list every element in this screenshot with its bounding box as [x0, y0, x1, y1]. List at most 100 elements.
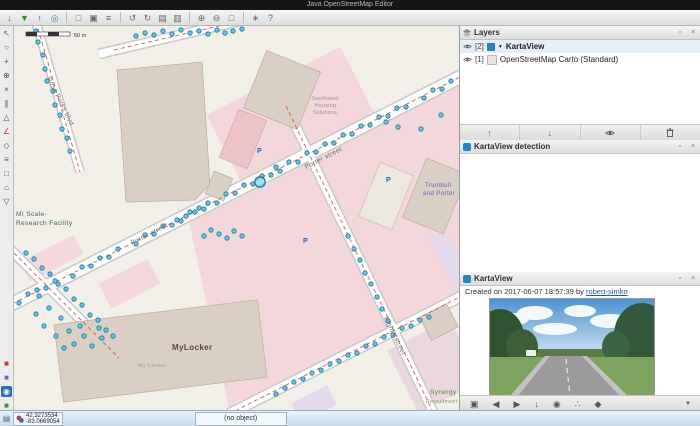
kartaview-tool-icon[interactable]: ◉: [1, 386, 12, 397]
photo-point[interactable]: [81, 333, 87, 339]
photo-point[interactable]: [362, 270, 368, 276]
filter-tool-icon[interactable]: ▽: [1, 196, 12, 207]
photo-point[interactable]: [327, 361, 333, 367]
photo-point[interactable]: [201, 206, 207, 212]
photo-point[interactable]: [268, 172, 274, 178]
layers-pin-button[interactable]: ▫: [675, 28, 685, 38]
photo-point[interactable]: [208, 227, 214, 233]
layer-row-kartaview[interactable]: [2] ▼ KartaView: [460, 40, 700, 53]
filter-button[interactable]: ▼: [685, 397, 691, 411]
photo-point[interactable]: [36, 293, 42, 299]
draw-nodes-tool-icon[interactable]: +: [1, 56, 12, 67]
open-file-icon[interactable]: □: [72, 12, 85, 24]
photo-point[interactable]: [368, 281, 374, 287]
move-layer-down-button[interactable]: ↓: [520, 125, 581, 140]
photo-point[interactable]: [313, 149, 319, 155]
street-photo[interactable]: [476, 298, 670, 397]
photo-point[interactable]: [241, 182, 247, 188]
photo-point[interactable]: [231, 228, 237, 234]
photo-point[interactable]: [41, 323, 47, 329]
undo-icon[interactable]: ↺: [126, 12, 139, 24]
photo-point[interactable]: [89, 343, 95, 349]
photo-point[interactable]: [216, 231, 222, 237]
photo-point[interactable]: [403, 104, 409, 110]
photo-point[interactable]: [239, 26, 245, 32]
photo-point[interactable]: [169, 222, 175, 228]
open-gallery-button[interactable]: ▣: [470, 397, 479, 411]
share-button[interactable]: ∴: [575, 397, 581, 411]
photo-point[interactable]: [57, 112, 63, 118]
detection-close-button[interactable]: ×: [688, 142, 698, 152]
photo-point[interactable]: [345, 352, 351, 358]
photo-point[interactable]: [42, 66, 48, 72]
photo-point[interactable]: [59, 126, 65, 132]
photo-point[interactable]: [87, 312, 93, 318]
download-image-button[interactable]: ↓: [534, 397, 539, 411]
detection-pin-button[interactable]: ▫: [675, 142, 685, 152]
photo-point[interactable]: [376, 114, 382, 120]
photo-point[interactable]: [31, 256, 37, 262]
photo-point[interactable]: [201, 233, 207, 239]
photo-point[interactable]: [273, 391, 279, 397]
redo-icon[interactable]: ↻: [141, 12, 154, 24]
photo-point[interactable]: [418, 126, 424, 132]
photo-point[interactable]: [192, 209, 198, 215]
selected-photo-point[interactable]: [254, 176, 266, 188]
photo-point[interactable]: [372, 341, 378, 347]
photo-point[interactable]: [79, 302, 85, 308]
photo-point[interactable]: [95, 317, 101, 323]
download-in-view-icon[interactable]: ▼: [18, 12, 31, 24]
photo-point[interactable]: [99, 335, 105, 341]
photo-point[interactable]: [357, 257, 363, 263]
photo-point[interactable]: [363, 343, 369, 349]
photo-point[interactable]: [23, 250, 29, 256]
photo-point[interactable]: [438, 112, 444, 118]
layer-visible-icon[interactable]: [463, 43, 472, 50]
photo-point[interactable]: [187, 209, 193, 215]
photo-point[interactable]: [358, 123, 364, 129]
previous-image-button[interactable]: ◀: [493, 397, 500, 411]
layers-close-button[interactable]: ×: [688, 28, 698, 38]
photo-point[interactable]: [46, 305, 52, 311]
photo-point[interactable]: [55, 281, 61, 287]
photo-point[interactable]: [395, 124, 401, 130]
photo-point[interactable]: [205, 200, 211, 206]
select-tool-icon[interactable]: ↖: [1, 28, 12, 39]
photo-point[interactable]: [331, 140, 337, 146]
photo-point[interactable]: [96, 325, 102, 331]
photo-point[interactable]: [448, 78, 454, 84]
photo-point[interactable]: [430, 87, 436, 93]
open-location-icon[interactable]: ◎: [48, 12, 61, 24]
camera-button[interactable]: ◉: [553, 397, 561, 411]
photo-point[interactable]: [394, 105, 400, 111]
layer-row-osm-carto[interactable]: [1] OpenStreetMap Carto (Standard): [460, 53, 700, 66]
combine-way-tool-icon[interactable]: ≡: [1, 154, 12, 165]
photo-point[interactable]: [230, 28, 236, 34]
map-canvas[interactable]: Rosa Parks blvd Porter street Porter stree…: [14, 26, 459, 411]
photo-point[interactable]: [351, 246, 357, 252]
mapillary-tool-icon[interactable]: ■: [1, 372, 12, 383]
photo-point[interactable]: [222, 30, 228, 36]
zoom-in-icon[interactable]: ⊕: [195, 12, 208, 24]
split-way-tool-icon[interactable]: ◇: [1, 140, 12, 151]
layer-visible-icon[interactable]: [463, 56, 472, 63]
photo-point[interactable]: [52, 102, 58, 108]
photo-point[interactable]: [205, 31, 211, 37]
photo-point[interactable]: [97, 255, 103, 261]
photo-point[interactable]: [349, 131, 355, 137]
photo-point[interactable]: [196, 205, 202, 211]
photo-point[interactable]: [421, 95, 427, 101]
photo-point[interactable]: [345, 233, 351, 239]
photo-point[interactable]: [379, 306, 385, 312]
photo-point[interactable]: [300, 376, 306, 382]
photo-point[interactable]: [214, 200, 220, 206]
photo-point[interactable]: [304, 150, 310, 156]
photo-point[interactable]: [39, 265, 45, 271]
photo-point[interactable]: [417, 317, 423, 323]
photo-point[interactable]: [322, 141, 328, 147]
photo-point[interactable]: [88, 263, 94, 269]
delete-layer-button[interactable]: [641, 125, 700, 140]
next-image-button[interactable]: ▶: [513, 397, 520, 411]
photo-point[interactable]: [34, 287, 40, 293]
photo-point[interactable]: [77, 323, 83, 329]
